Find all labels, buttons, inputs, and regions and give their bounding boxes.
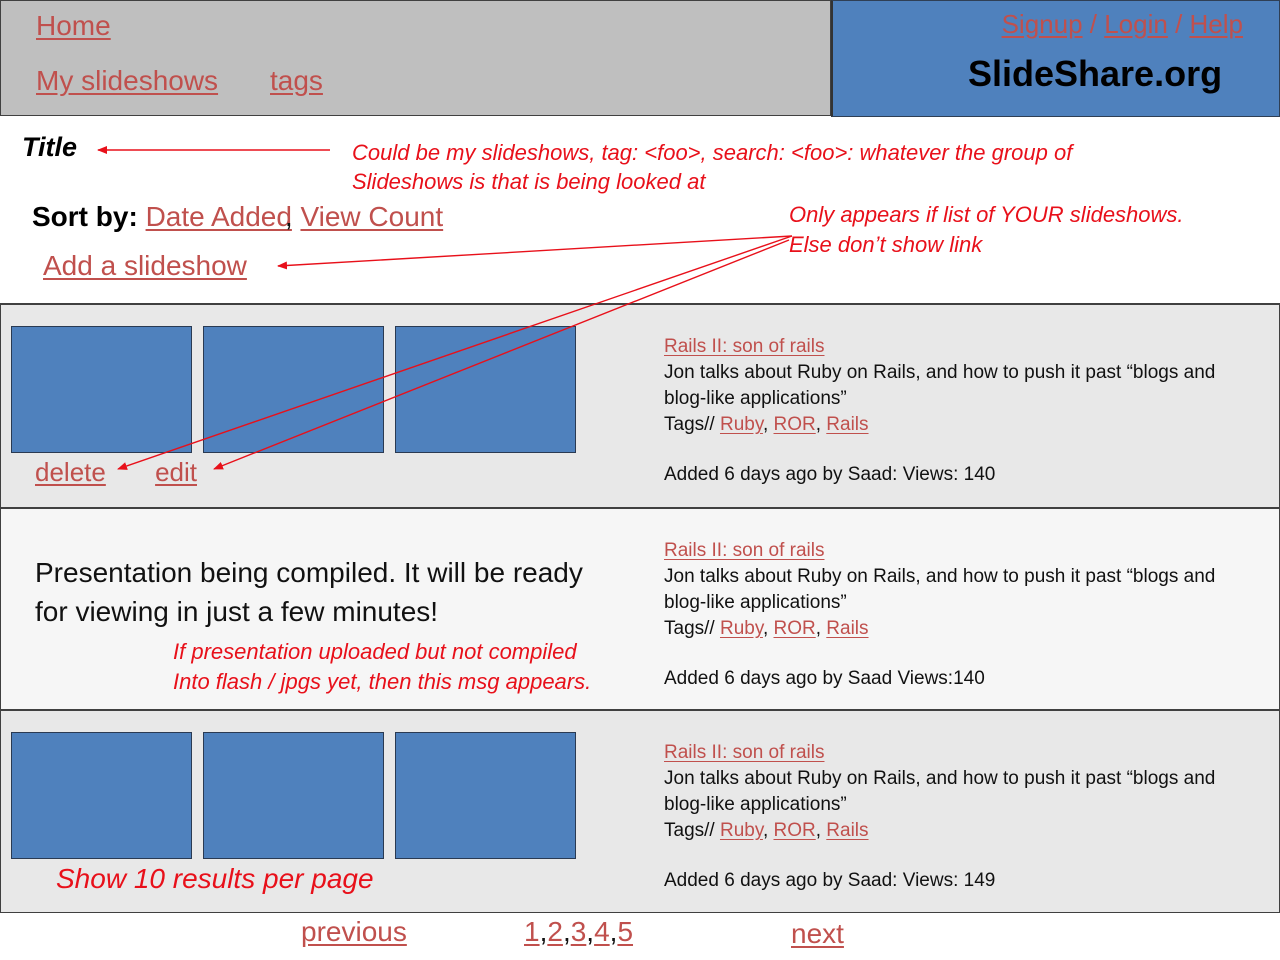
slide-thumbnail[interactable] — [395, 326, 576, 453]
slideshow-meta: Added 6 days ago by Saad Views:140 — [664, 668, 985, 689]
page-link-3[interactable]: 3 — [571, 916, 587, 947]
row-actions: delete edit — [35, 457, 197, 488]
slideshow-info: Rails II: son of rails Jon talks about R… — [664, 538, 1224, 692]
page-title: Title — [22, 132, 78, 162]
tags-label: Tags// — [664, 820, 720, 841]
pagination: previous 1,2,3,4,5 next — [0, 914, 1280, 960]
nav-bar: Home My slideshows tags — [0, 0, 831, 116]
slide-thumbnail[interactable] — [203, 326, 384, 453]
slideshow-title-link[interactable]: Rails II: son of rails — [664, 742, 825, 763]
add-slideshow-link[interactable]: Add a slideshow — [43, 250, 247, 282]
annotation-line: Could be my slideshows, tag: <foo>, sear… — [352, 140, 1073, 165]
tag-link[interactable]: ROR — [774, 820, 816, 841]
page-link-2[interactable]: 2 — [547, 916, 563, 947]
nav-home-link[interactable]: Home — [36, 10, 111, 42]
slideshow-row: Show 10 results per page Rails II: son o… — [0, 709, 1280, 913]
help-link[interactable]: Help — [1190, 9, 1243, 39]
slideshow-info: Rails II: son of rails Jon talks about R… — [664, 334, 1224, 488]
tag-link[interactable]: Ruby — [720, 618, 763, 639]
slideshow-row: delete edit Rails II: son of rails Jon t… — [0, 303, 1280, 508]
tag-link[interactable]: ROR — [774, 618, 816, 639]
nav-tags-link[interactable]: tags — [270, 65, 323, 97]
tags-line: Tags// Ruby, ROR, Rails — [664, 820, 869, 841]
per-page-annotation: Show 10 results per page — [56, 863, 374, 894]
sort-separator: , — [284, 201, 301, 232]
tag-link[interactable]: Ruby — [720, 414, 763, 435]
slide-thumbnail[interactable] — [395, 732, 576, 859]
tag-link[interactable]: ROR — [774, 414, 816, 435]
slideshow-meta: Added 6 days ago by Saad: Views: 149 — [664, 870, 996, 891]
slide-thumbnail[interactable] — [11, 326, 192, 453]
page-link-1[interactable]: 1 — [524, 916, 540, 947]
compile-annotation: If presentation uploaded but not compile… — [173, 637, 591, 697]
tags-label: Tags// — [664, 618, 720, 639]
auth-separator: / — [1082, 9, 1105, 39]
delete-link[interactable]: delete — [35, 457, 106, 487]
sort-bar: Sort by: Date Added, View Count — [32, 201, 443, 233]
annotation-line: Into flash / jpgs yet, then this msg app… — [173, 669, 592, 694]
tag-link[interactable]: Rails — [826, 414, 868, 435]
slideshow-title-link[interactable]: Rails II: son of rails — [664, 540, 825, 561]
tag-link[interactable]: Ruby — [720, 820, 763, 841]
tag-link[interactable]: Rails — [826, 618, 868, 639]
login-link[interactable]: Login — [1104, 9, 1168, 39]
slideshow-description: Jon talks about Ruby on Rails, and how t… — [664, 362, 1216, 409]
slideshow-meta: Added 6 days ago by Saad: Views: 140 — [664, 464, 996, 485]
slideshow-row: Presentation being compiled. It will be … — [0, 507, 1280, 710]
annotation-line: Else don’t show link — [789, 232, 983, 257]
sort-label: Sort by: — [32, 201, 138, 232]
signup-link[interactable]: Signup — [1002, 9, 1083, 39]
slideshow-info: Rails II: son of rails Jon talks about R… — [664, 740, 1224, 894]
page-link-4[interactable]: 4 — [594, 916, 610, 947]
slide-thumbnail[interactable] — [203, 732, 384, 859]
auth-links: Signup / Login / Help — [1002, 9, 1243, 40]
nav-my-slideshows-link[interactable]: My slideshows — [36, 65, 218, 97]
page-number-links: 1,2,3,4,5 — [524, 916, 634, 947]
auth-separator: / — [1167, 9, 1190, 39]
brand-header: Signup / Login / Help SlideShare.org — [831, 0, 1280, 117]
arrow-to-add-slideshow — [277, 235, 793, 270]
slideshow-description: Jon talks about Ruby on Rails, and how t… — [664, 768, 1216, 815]
sort-view-count-link[interactable]: View Count — [300, 201, 443, 232]
slideshow-title-link[interactable]: Rails II: son of rails — [664, 336, 825, 357]
tag-link[interactable]: Rails — [826, 820, 868, 841]
annotation-line: Only appears if list of YOUR slideshows. — [789, 202, 1184, 227]
slide-thumbnail[interactable] — [11, 732, 192, 859]
previous-page-link[interactable]: previous — [301, 916, 407, 948]
site-logo-title: SlideShare.org — [968, 53, 1223, 94]
ownership-annotation: Only appears if list of YOUR slideshows.… — [789, 200, 1184, 260]
annotation-line: If presentation uploaded but not compile… — [173, 639, 577, 664]
page-link-5[interactable]: 5 — [617, 916, 633, 947]
tags-line: Tags// Ruby, ROR, Rails — [664, 414, 869, 435]
compiling-message: Presentation being compiled. It will be … — [35, 557, 583, 627]
tags-line: Tags// Ruby, ROR, Rails — [664, 618, 869, 639]
next-page-link[interactable]: next — [791, 918, 844, 950]
tags-label: Tags// — [664, 414, 720, 435]
slideshow-description: Jon talks about Ruby on Rails, and how t… — [664, 566, 1216, 613]
annotation-line: Slideshows is that is being looked at — [352, 169, 706, 194]
edit-link[interactable]: edit — [155, 457, 197, 487]
sort-date-added-link[interactable]: Date Added — [146, 201, 292, 232]
title-annotation: Could be my slideshows, tag: <foo>, sear… — [352, 138, 1072, 196]
